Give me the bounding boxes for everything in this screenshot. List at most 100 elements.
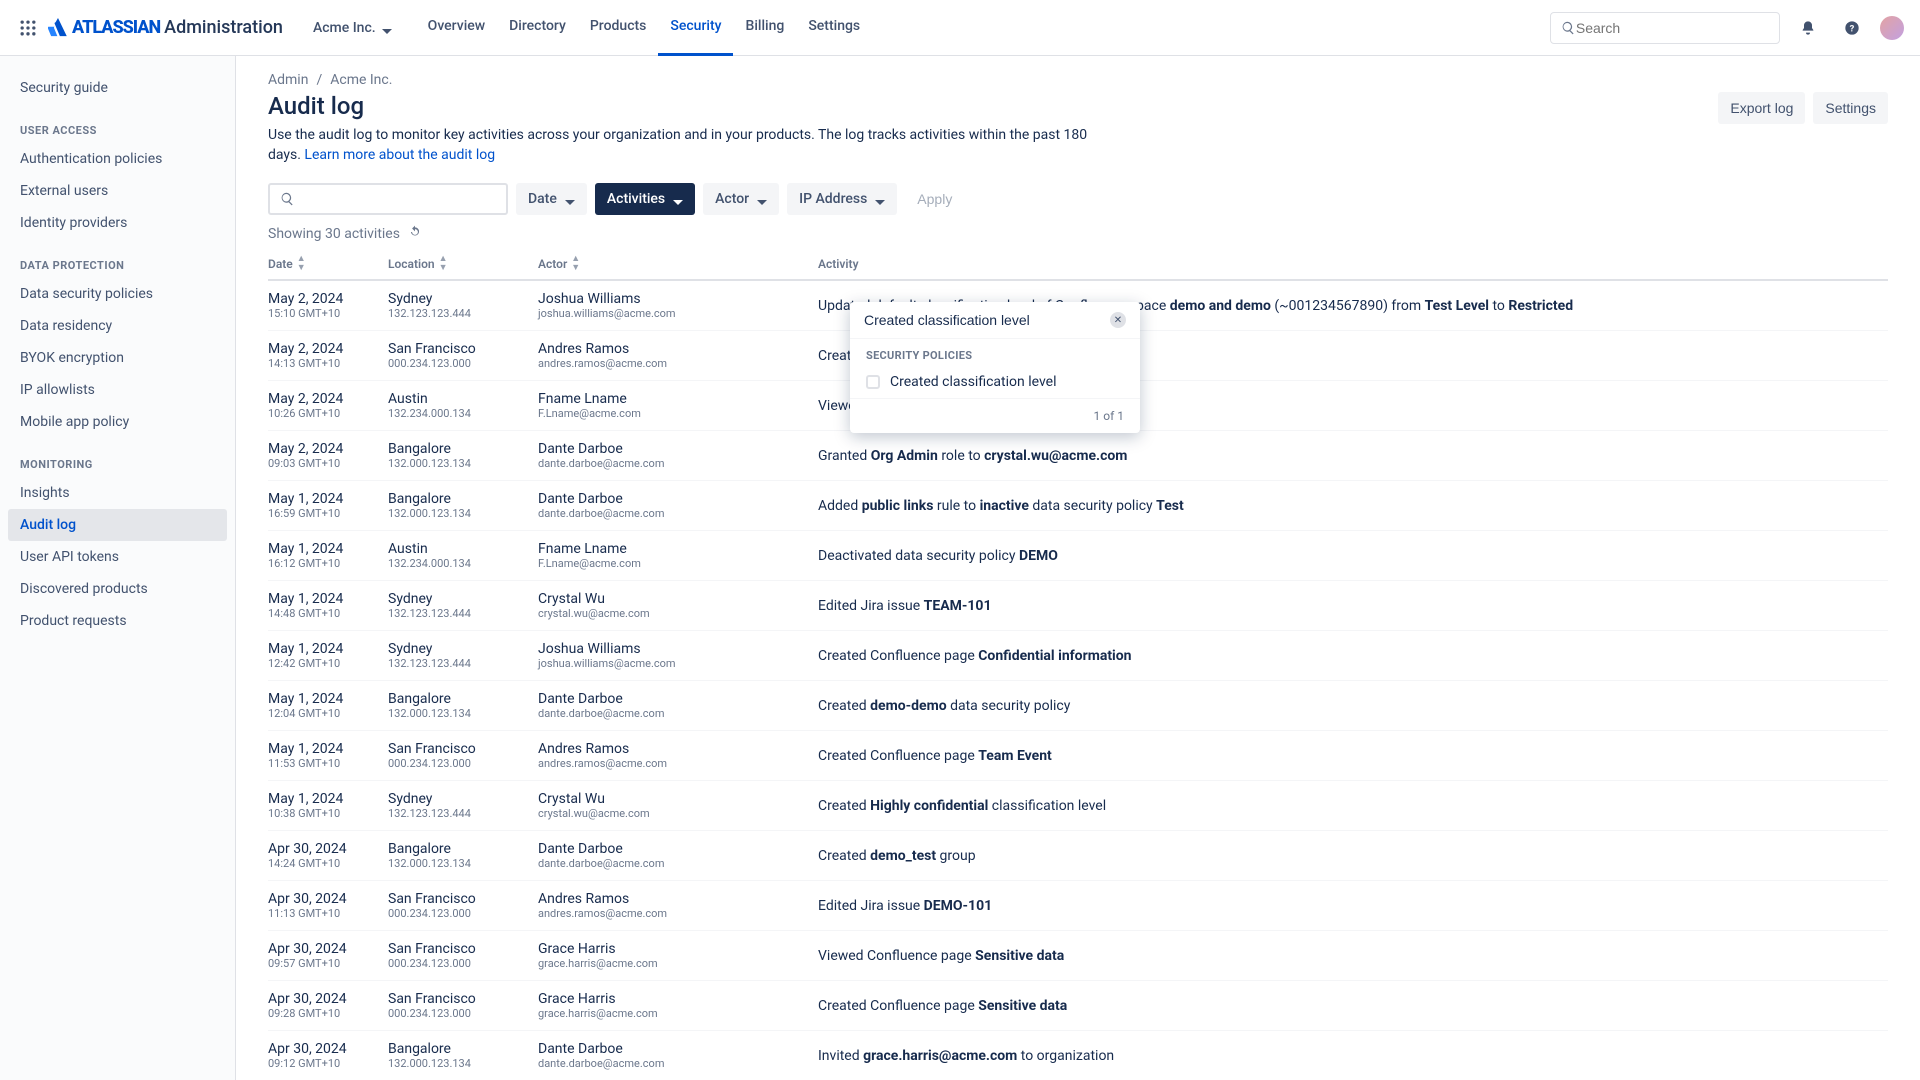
- row-actor-email: crystal.wu@acme.com: [538, 607, 818, 620]
- sidebar-item-mobile-app-policy[interactable]: Mobile app policy: [8, 406, 227, 438]
- table-row[interactable]: Apr 30, 202411:13 GMT+10San Francisco000…: [268, 881, 1888, 931]
- row-ip: 132.123.123.444: [388, 607, 538, 620]
- sidebar-item-authentication-policies[interactable]: Authentication policies: [8, 143, 227, 175]
- sidebar-item-discovered-products[interactable]: Discovered products: [8, 573, 227, 605]
- sidebar-group-header: USER ACCESS: [8, 104, 227, 143]
- row-actor: Grace Harris: [538, 941, 818, 957]
- filter-date[interactable]: Date: [516, 183, 587, 215]
- org-switcher[interactable]: Acme Inc.: [307, 16, 398, 40]
- brand[interactable]: ATLASSIAN Administration: [48, 17, 283, 38]
- notifications-icon[interactable]: [1792, 12, 1824, 44]
- row-time: 09:57 GMT+10: [268, 957, 388, 970]
- breadcrumb-org[interactable]: Acme Inc.: [330, 72, 392, 88]
- popover-footer: 1 of 1: [850, 398, 1140, 433]
- sidebar-item-audit-log[interactable]: Audit log: [8, 509, 227, 541]
- filter-activities[interactable]: Activities: [595, 183, 695, 215]
- topnav-tabs: OverviewDirectoryProductsSecurityBilling…: [416, 0, 872, 56]
- sidebar-item-security-guide[interactable]: Security guide: [8, 72, 227, 104]
- activities-search-input[interactable]: [864, 312, 1102, 328]
- tab-overview[interactable]: Overview: [416, 0, 497, 56]
- row-actor-email: joshua.williams@acme.com: [538, 657, 818, 670]
- sidebar-item-data-security-policies[interactable]: Data security policies: [8, 278, 227, 310]
- row-actor: Andres Ramos: [538, 891, 818, 907]
- popover-group-header: SECURITY POLICIES: [850, 339, 1140, 366]
- table-row[interactable]: Apr 30, 202409:57 GMT+10San Francisco000…: [268, 931, 1888, 981]
- row-time: 11:53 GMT+10: [268, 757, 388, 770]
- export-log-button[interactable]: Export log: [1718, 92, 1805, 124]
- row-actor-email: dante.darboe@acme.com: [538, 1057, 818, 1070]
- row-time: 16:12 GMT+10: [268, 557, 388, 570]
- table-row[interactable]: May 2, 202409:03 GMT+10Bangalore132.000.…: [268, 431, 1888, 481]
- sidebar-item-identity-providers[interactable]: Identity providers: [8, 207, 227, 239]
- table-row[interactable]: Apr 30, 202409:28 GMT+10San Francisco000…: [268, 981, 1888, 1031]
- app-switcher-icon[interactable]: [16, 16, 40, 40]
- tab-billing[interactable]: Billing: [733, 0, 796, 56]
- sidebar-item-insights[interactable]: Insights: [8, 477, 227, 509]
- row-activity: Edited Jira issue DEMO-101: [818, 898, 1888, 914]
- help-icon[interactable]: ?: [1836, 12, 1868, 44]
- popover-option[interactable]: Created classification level: [850, 366, 1140, 398]
- user-avatar[interactable]: [1880, 16, 1904, 40]
- row-time: 09:12 GMT+10: [268, 1057, 388, 1070]
- brand-logo-text: ATLASSIAN: [72, 17, 160, 38]
- table-row[interactable]: Apr 30, 202414:24 GMT+10Bangalore132.000…: [268, 831, 1888, 881]
- row-location: Sydney: [388, 591, 538, 607]
- row-actor: Andres Ramos: [538, 741, 818, 757]
- row-actor: Grace Harris: [538, 991, 818, 1007]
- row-actor: Crystal Wu: [538, 791, 818, 807]
- sort-icon: ▲▼: [439, 255, 448, 273]
- row-location: Sydney: [388, 291, 538, 307]
- row-date: Apr 30, 2024: [268, 891, 388, 907]
- tab-security[interactable]: Security: [658, 0, 733, 56]
- tab-directory[interactable]: Directory: [497, 0, 578, 56]
- row-time: 14:13 GMT+10: [268, 357, 388, 370]
- settings-button[interactable]: Settings: [1813, 92, 1888, 124]
- sidebar-item-external-users[interactable]: External users: [8, 175, 227, 207]
- row-date: May 2, 2024: [268, 291, 388, 307]
- table-row[interactable]: May 1, 202412:04 GMT+10Bangalore132.000.…: [268, 681, 1888, 731]
- row-ip: 132.000.123.134: [388, 457, 538, 470]
- filter-search-input[interactable]: [295, 192, 496, 207]
- chevron-down-icon: [565, 194, 575, 204]
- table-row[interactable]: May 1, 202416:12 GMT+10Austin132.234.000…: [268, 531, 1888, 581]
- refresh-icon[interactable]: [408, 225, 422, 243]
- breadcrumb-admin[interactable]: Admin: [268, 72, 308, 88]
- sidebar-item-ip-allowlists[interactable]: IP allowlists: [8, 374, 227, 406]
- table-row[interactable]: May 1, 202410:38 GMT+10Sydney132.123.123…: [268, 781, 1888, 831]
- sidebar-item-data-residency[interactable]: Data residency: [8, 310, 227, 342]
- row-actor: Dante Darboe: [538, 691, 818, 707]
- filter-ip[interactable]: IP Address: [787, 183, 897, 215]
- sidebar-item-byok-encryption[interactable]: BYOK encryption: [8, 342, 227, 374]
- tab-products[interactable]: Products: [578, 0, 659, 56]
- global-search-input[interactable]: [1576, 20, 1769, 36]
- table-row[interactable]: Apr 30, 202409:12 GMT+10Bangalore132.000…: [268, 1031, 1888, 1080]
- filter-search[interactable]: [268, 183, 508, 215]
- column-actor[interactable]: Actor▲▼: [538, 255, 818, 273]
- clear-icon[interactable]: ✕: [1110, 312, 1126, 328]
- column-date[interactable]: Date▲▼: [268, 255, 388, 273]
- table-row[interactable]: May 1, 202412:42 GMT+10Sydney132.123.123…: [268, 631, 1888, 681]
- global-search[interactable]: [1550, 12, 1780, 44]
- row-ip: 000.234.123.000: [388, 957, 538, 970]
- filter-actor[interactable]: Actor: [703, 183, 779, 215]
- table-row[interactable]: May 1, 202414:48 GMT+10Sydney132.123.123…: [268, 581, 1888, 631]
- row-location: San Francisco: [388, 741, 538, 757]
- row-date: May 1, 2024: [268, 591, 388, 607]
- checkbox[interactable]: [866, 375, 880, 389]
- search-icon: [1561, 20, 1576, 36]
- row-actor: Dante Darboe: [538, 1041, 818, 1057]
- sidebar-item-user-api-tokens[interactable]: User API tokens: [8, 541, 227, 573]
- row-actor-email: dante.darboe@acme.com: [538, 707, 818, 720]
- row-ip: 132.234.000.134: [388, 407, 538, 420]
- sidebar-group-header: DATA PROTECTION: [8, 239, 227, 278]
- column-location[interactable]: Location▲▼: [388, 255, 538, 273]
- learn-more-link[interactable]: Learn more about the audit log: [304, 147, 495, 163]
- sidebar-item-product-requests[interactable]: Product requests: [8, 605, 227, 637]
- tab-settings[interactable]: Settings: [796, 0, 872, 56]
- table-row[interactable]: May 1, 202416:59 GMT+10Bangalore132.000.…: [268, 481, 1888, 531]
- popover-option-label: Created classification level: [890, 374, 1056, 390]
- chevron-down-icon: [875, 194, 885, 204]
- row-actor: Dante Darboe: [538, 441, 818, 457]
- table-row[interactable]: May 1, 202411:53 GMT+10San Francisco000.…: [268, 731, 1888, 781]
- row-actor-email: grace.harris@acme.com: [538, 1007, 818, 1020]
